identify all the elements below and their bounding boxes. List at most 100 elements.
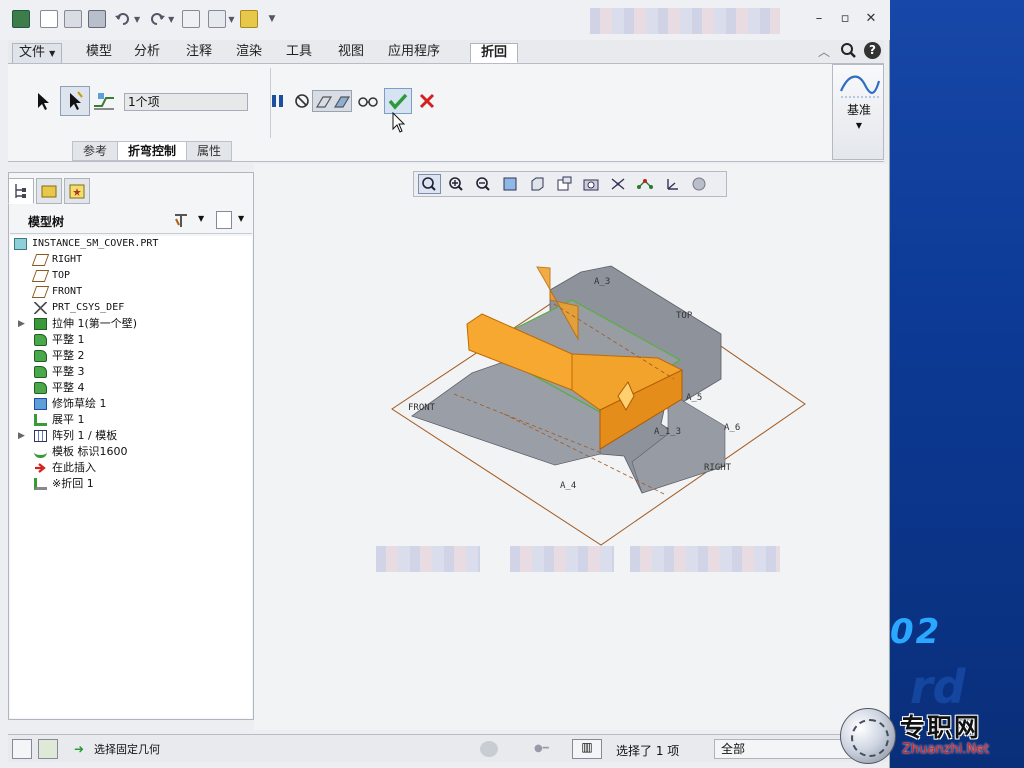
- preview-mode-buttons[interactable]: [312, 90, 352, 112]
- graphics-area[interactable]: TOP FRONT RIGHT A_3 A_5 A_6 A_1_3 A_4: [254, 164, 888, 730]
- tab-analysis[interactable]: 分析: [128, 43, 166, 63]
- fixed-geometry-icon[interactable]: [92, 90, 116, 112]
- tree-item-label: 展平 1: [52, 413, 85, 426]
- undo-icon[interactable]: [114, 10, 132, 28]
- tree-item[interactable]: 平整 2: [10, 348, 250, 364]
- checkmark-icon: [388, 93, 408, 110]
- tree-item[interactable]: 模板 标识1600: [10, 444, 250, 460]
- customize-qa-icon[interactable]: ▼: [268, 14, 275, 24]
- pause-icon: [272, 95, 283, 107]
- close-button[interactable]: ✕: [862, 11, 880, 26]
- tree-item[interactable]: FRONT: [10, 284, 250, 300]
- select-arrow-button[interactable]: [30, 88, 56, 114]
- browser-toggle-icon[interactable]: [38, 739, 58, 759]
- folder-icon: [41, 185, 57, 198]
- display-style-button[interactable]: [526, 174, 549, 194]
- favorites-icon: [69, 184, 85, 199]
- show-filter-icon[interactable]: [216, 211, 232, 229]
- navigator-toggle-icon[interactable]: [12, 739, 32, 759]
- tab-folder-browser[interactable]: [36, 178, 62, 204]
- regenerate-icon[interactable]: [182, 10, 201, 28]
- tree-root[interactable]: INSTANCE_SM_COVER.PRT: [10, 236, 250, 252]
- save-icon[interactable]: [88, 10, 106, 28]
- redo-icon[interactable]: [148, 10, 166, 28]
- verify-mode-button[interactable]: [356, 90, 380, 112]
- model-tree-title: 模型树: [28, 215, 65, 229]
- chevron-down-icon[interactable]: ▼: [168, 15, 174, 24]
- tab-favorites[interactable]: [64, 178, 90, 204]
- pause-button[interactable]: [268, 90, 288, 112]
- datum-display-button[interactable]: [607, 174, 630, 194]
- tree-item[interactable]: RIGHT: [10, 252, 250, 268]
- tree-item[interactable]: PRT_CSYS_DEF: [10, 300, 250, 316]
- tree-item[interactable]: TOP: [10, 268, 250, 284]
- expand-arrow-icon[interactable]: ▶: [18, 428, 26, 444]
- tree-item[interactable]: ※折回 1: [10, 476, 250, 492]
- tab-bend-back[interactable]: 折回: [470, 43, 519, 63]
- chevron-down-icon[interactable]: ▼: [228, 15, 234, 24]
- chevron-down-icon[interactable]: ▼: [238, 214, 244, 223]
- expand-arrow-icon[interactable]: ▶: [18, 316, 26, 332]
- tree-item[interactable]: 平整 1: [10, 332, 250, 348]
- tree-item[interactable]: ▶ 拉伸 1(第一个壁): [10, 316, 250, 332]
- soccer-ball-logo: [840, 708, 896, 764]
- windows-icon[interactable]: [208, 10, 227, 28]
- chevron-down-icon[interactable]: ▼: [134, 15, 140, 24]
- csys-display-button[interactable]: [661, 174, 684, 194]
- tree-item-label: 在此插入: [52, 461, 96, 474]
- tree-item[interactable]: 展平 1: [10, 412, 250, 428]
- refit-button[interactable]: [418, 174, 441, 194]
- tab-tools[interactable]: 工具: [280, 43, 318, 63]
- subtab-bend-control[interactable]: 折弯控制: [117, 141, 188, 161]
- sheetmetal-model-view[interactable]: TOP FRONT RIGHT A_3 A_5 A_6 A_1_3 A_4: [254, 164, 888, 730]
- subtab-references[interactable]: 参考: [72, 141, 119, 161]
- tree-item[interactable]: ▶ 阵列 1 / 模板: [10, 428, 250, 444]
- model-tree-header: 模型树 ▼ ▼: [10, 206, 252, 234]
- ok-button[interactable]: [384, 88, 412, 114]
- help-icon[interactable]: ?: [864, 42, 881, 59]
- tab-view[interactable]: 视图: [332, 43, 370, 63]
- view-manager-button[interactable]: [580, 174, 603, 194]
- tab-model-tree[interactable]: [8, 178, 34, 204]
- maximize-button[interactable]: ▫: [836, 11, 854, 26]
- chevron-down-icon[interactable]: ▼: [198, 214, 204, 223]
- tree-item[interactable]: 修饰草绘 1: [10, 396, 250, 412]
- tab-file[interactable]: 文件 ▼: [12, 43, 63, 63]
- new-file-icon[interactable]: [40, 10, 58, 28]
- tree-item[interactable]: 平整 4: [10, 380, 250, 396]
- collapse-ribbon-icon[interactable]: ︿: [818, 43, 830, 60]
- annotation-display-button[interactable]: [688, 174, 711, 194]
- close-window-icon[interactable]: [240, 10, 259, 28]
- repaint-button[interactable]: [499, 174, 522, 194]
- select-geometry-button[interactable]: [60, 86, 90, 116]
- cancel-button[interactable]: [416, 90, 438, 112]
- open-file-icon[interactable]: [64, 10, 82, 28]
- subtab-properties[interactable]: 属性: [186, 141, 233, 161]
- zoom-out-button[interactable]: [472, 174, 495, 194]
- find-button[interactable]: ▥: [572, 739, 602, 759]
- blurred-title: [590, 8, 780, 34]
- tree-settings-icon[interactable]: [172, 211, 190, 229]
- tree-root-label: INSTANCE_SM_COVER.PRT: [32, 238, 159, 249]
- tree-item[interactable]: 在此插入: [10, 460, 250, 476]
- point-display-button[interactable]: [634, 174, 657, 194]
- selection-collector[interactable]: 1个项: [124, 93, 248, 111]
- zoom-in-button[interactable]: [445, 174, 468, 194]
- tab-annotate[interactable]: 注释: [180, 43, 218, 63]
- tab-model[interactable]: 模型: [80, 43, 118, 63]
- message-arrow-icon: ➜: [74, 742, 85, 756]
- blurred-caption-1: [376, 546, 480, 572]
- axis-label-a6: A_6: [724, 423, 740, 433]
- blurred-caption-3: [630, 546, 780, 572]
- search-icon[interactable]: [840, 42, 856, 61]
- no-preview-button[interactable]: [292, 91, 312, 111]
- app-logo-icon: [12, 10, 30, 28]
- repaint-icon: [503, 177, 517, 191]
- watermark-cn: 专职网: [900, 713, 982, 742]
- tab-render[interactable]: 渲染: [230, 43, 268, 63]
- minimize-button[interactable]: –: [810, 11, 828, 26]
- datum-button[interactable]: 基准 ▼: [832, 64, 884, 160]
- saved-views-button[interactable]: [553, 174, 576, 194]
- tab-applications[interactable]: 应用程序: [382, 43, 446, 63]
- tree-item[interactable]: 平整 3: [10, 364, 250, 380]
